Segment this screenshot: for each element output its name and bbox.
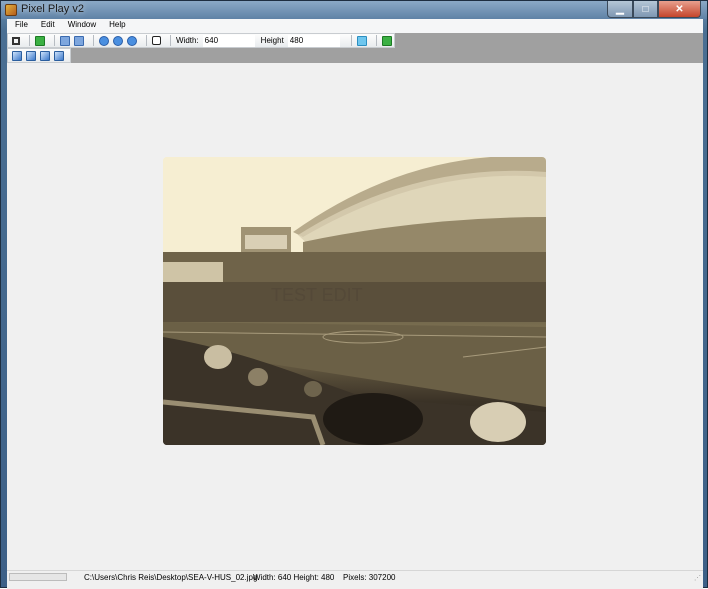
height-input[interactable] <box>287 34 340 47</box>
caption-buttons: ▁ □ ✕ <box>607 1 701 18</box>
menu-window[interactable]: Window <box>64 19 100 33</box>
main-toolbar: Width: Height <box>7 33 395 48</box>
rotate-right-icon[interactable] <box>113 35 123 46</box>
status-progress-bar <box>9 573 67 581</box>
close-button[interactable]: ✕ <box>658 1 701 18</box>
border-icon[interactable] <box>152 36 161 45</box>
image-effect-icon-3[interactable] <box>40 50 50 61</box>
rotate-left-icon[interactable] <box>99 35 109 46</box>
status-dimensions: Width: 640 Height: 480 <box>253 573 335 582</box>
menu-help[interactable]: Help <box>105 19 129 33</box>
client-area: File Edit Window Help Width: Height <box>7 19 703 589</box>
toolbar-separator <box>29 35 30 46</box>
flip-horizontal-icon[interactable] <box>74 35 84 46</box>
menu-file[interactable]: File <box>11 19 32 33</box>
toolbar-separator <box>375 35 377 46</box>
resize-grip-icon[interactable]: ⋰ <box>694 574 701 582</box>
toolbar-separator <box>350 35 352 46</box>
crop-icon[interactable] <box>12 36 20 45</box>
image-effect-icon-1[interactable] <box>12 50 22 61</box>
image-effect-icon-2[interactable] <box>26 50 36 61</box>
height-label: Height <box>260 36 284 45</box>
width-input[interactable] <box>202 34 255 47</box>
image-effect-icon-4[interactable] <box>54 50 64 61</box>
effects-toolbar <box>7 48 71 63</box>
title-bar[interactable]: Pixel Play v2 ▁ □ ✕ <box>1 1 707 19</box>
width-label: Width: <box>176 36 199 45</box>
toolbar-separator <box>93 35 94 46</box>
toolbar-separator <box>146 35 147 46</box>
menu-bar: File Edit Window Help <box>7 19 703 33</box>
minimize-button[interactable]: ▁ <box>607 1 633 18</box>
resize-apply-icon[interactable] <box>356 35 367 46</box>
app-window: Pixel Play v2 ▁ □ ✕ File Edit Window Hel… <box>0 0 708 589</box>
toolbar-separator <box>54 35 55 46</box>
menu-edit[interactable]: Edit <box>37 19 59 33</box>
save-green-icon[interactable] <box>35 35 45 46</box>
status-bar: C:\Users\Chris Reis\Desktop\SEA-V-HUS_02… <box>7 570 703 583</box>
toolbar-separator <box>170 35 171 46</box>
status-file-path: C:\Users\Chris Reis\Desktop\SEA-V-HUS_02… <box>84 573 258 582</box>
app-icon[interactable] <box>5 4 17 16</box>
edited-photo[interactable]: TEST EDIT <box>163 157 546 445</box>
watermark-text: TEST EDIT <box>271 285 363 305</box>
rotate-icon[interactable] <box>127 35 137 46</box>
status-pixels: Pixels: 307200 <box>343 573 396 582</box>
save-green-icon-2[interactable] <box>381 35 392 46</box>
flip-vertical-icon[interactable] <box>60 35 70 46</box>
maximize-button[interactable]: □ <box>633 1 658 18</box>
window-title: Pixel Play v2 <box>21 3 84 15</box>
